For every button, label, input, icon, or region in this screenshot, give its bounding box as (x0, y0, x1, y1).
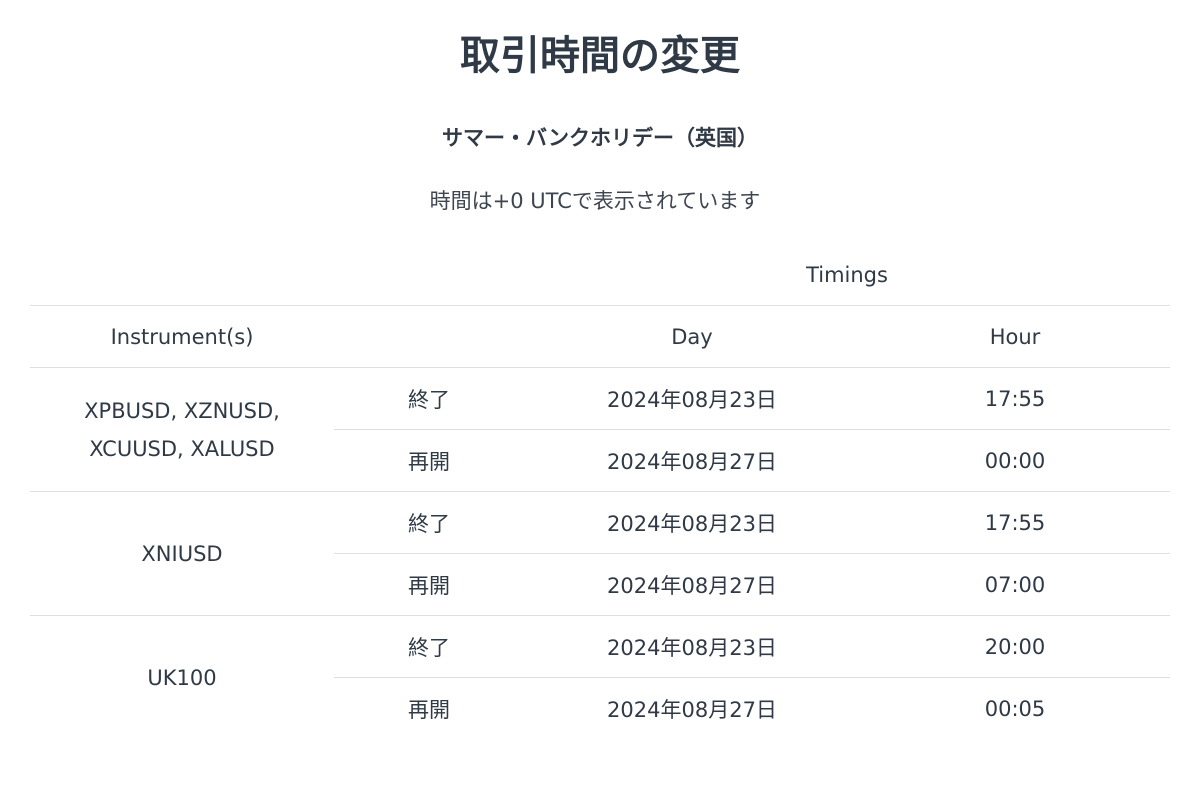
table-row: XPBUSD, XZNUSD, XCUUSD, XALUSD 終了 2024年0… (30, 367, 1171, 492)
day-cell: 2024年08月27日 (524, 553, 860, 616)
trading-hours-table: Timings Instrument(s) Day Hour XPBUSD, X… (30, 245, 1171, 739)
column-header-row: Instrument(s) Day Hour (30, 305, 1171, 368)
hour-cell: 17:55 (860, 367, 1171, 430)
hour-cell: 17:55 (860, 491, 1171, 554)
holiday-subtitle: サマー・バンクホリデー（英国） (441, 126, 759, 150)
event-cell: 終了 (334, 367, 524, 430)
empty-header-cell (334, 245, 524, 306)
instrument-name: XPBUSD, XZNUSD, (84, 398, 280, 423)
day-cell: 2024年08月27日 (524, 429, 860, 492)
day-cell: 2024年08月23日 (524, 367, 860, 430)
event-cell: 再開 (408, 697, 450, 722)
event-cell: 終了 (334, 615, 524, 678)
page-title: 取引時間の変更 (460, 33, 740, 79)
day-cell: 2024年08月23日 (524, 491, 860, 554)
day-column-header: Day (524, 305, 860, 368)
event-cell: 再開 (334, 553, 524, 616)
empty-header-cell (30, 245, 334, 306)
instrument-column-header: Instrument(s) (30, 305, 334, 368)
event-cell: 終了 (334, 491, 524, 554)
instrument-cell: XNIUSD (30, 491, 334, 616)
day-cell: 2024年08月23日 (524, 615, 860, 678)
hour-cell: 00:05 (984, 696, 1046, 721)
hour-cell: 07:00 (860, 553, 1171, 616)
day-cell: 2024年08月27日 (607, 697, 777, 722)
hour-column-header: Hour (860, 305, 1171, 368)
instrument-name: UK100 (147, 665, 217, 690)
hour-cell: 20:00 (860, 615, 1171, 678)
timezone-note: 時間は+0 UTCで表示されています (429, 189, 761, 213)
table-row: XNIUSD 終了 2024年08月23日 17:55 (30, 491, 1171, 616)
table-row: UK100 終了 2024年08月23日 20:00 (30, 615, 1171, 690)
instrument-cell: UK100 (30, 616, 334, 740)
hour-cell: 00:00 (860, 429, 1171, 492)
timings-header-row: Timings (30, 245, 1171, 306)
event-cell: 再開 (334, 429, 524, 492)
instrument-name: XNIUSD (141, 541, 223, 566)
instrument-name: XCUUSD, XALUSD (89, 436, 275, 461)
timings-header: Timings (524, 245, 1171, 306)
empty-header-cell (334, 305, 524, 368)
instrument-cell: XPBUSD, XZNUSD, XCUUSD, XALUSD (30, 367, 334, 492)
